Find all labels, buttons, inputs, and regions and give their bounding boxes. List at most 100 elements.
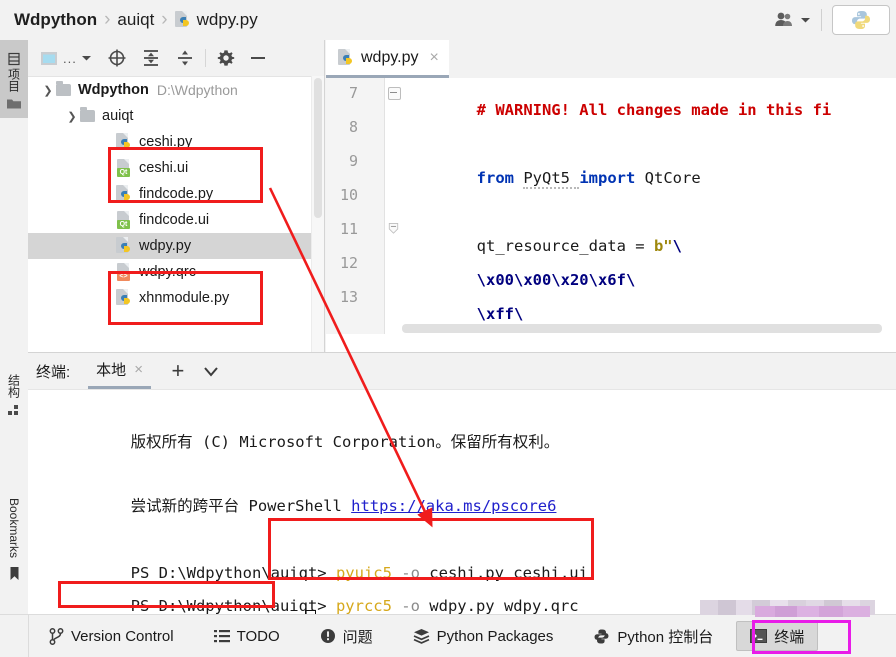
status-item-label: 终端 [774, 628, 805, 646]
scrollbar-thumb[interactable] [314, 78, 322, 218]
project-settings-button[interactable] [213, 45, 239, 71]
breadcrumb-separator-icon: › [104, 9, 111, 30]
powershell-link[interactable]: https://aka.ms/pscore6 [351, 497, 556, 515]
qt-ui-file-icon: Qt [116, 159, 132, 177]
project-tree[interactable]: ❯ Wdpython D:\Wdpython ❯ auiqt ceshi.py … [28, 77, 324, 353]
fold-marker-icon[interactable] [388, 223, 399, 234]
status-item-label: 问题 [342, 628, 373, 646]
status-item-python-packages[interactable]: Python Packages [400, 615, 567, 657]
tree-item-label: ceshi.ui [139, 160, 189, 176]
packages-icon [413, 629, 429, 644]
tree-row[interactable]: Qt findcode.ui [28, 207, 324, 233]
tree-item-path: D:\Wdpython [156, 82, 238, 98]
status-item-python-console[interactable]: Python 控制台 [580, 615, 726, 657]
terminal-line: 尝试新的跨平台 PowerShell https://aka.ms/pscore… [130, 497, 557, 515]
close-icon[interactable]: × [134, 361, 143, 378]
code-editor[interactable]: 7 8 9 10 11 12 13 # WARNING! All changes… [326, 78, 896, 334]
tree-row[interactable]: ❯ Wdpython D:\Wdpython [28, 77, 324, 103]
status-bar: Version Control TODO 问题 Python Packages … [0, 614, 896, 657]
breadcrumb-folder[interactable]: auiqt [117, 10, 154, 30]
share-users-button[interactable] [764, 11, 821, 29]
plus-icon[interactable]: + [167, 358, 189, 384]
tree-item-label: xhnmodule.py [139, 290, 230, 306]
chevron-down-icon [81, 56, 91, 61]
fold-marker-icon[interactable] [388, 87, 401, 100]
status-item-todo[interactable]: TODO [201, 615, 293, 657]
line-number: 12 [339, 254, 358, 272]
editor-horizontal-scrollbar[interactable] [402, 323, 896, 334]
status-item-terminal[interactable]: 终端 [736, 621, 819, 651]
tree-row[interactable]: ceshi.py [28, 129, 324, 155]
scrollbar-thumb[interactable] [402, 324, 882, 333]
sidebar-item-project[interactable]: 项目 [0, 40, 28, 118]
tree-row[interactable]: ❯ auiqt [28, 103, 324, 129]
terminal-output[interactable]: 版权所有 (C) Microsoft Corporation。保留所有权利。 尝… [28, 390, 896, 617]
code-line: from PyQt5 import QtCore [476, 169, 701, 189]
project-tool-window: ... ❯ Wdpython D:\Wdpython ❯ auiqt ceshi… [28, 40, 325, 353]
tree-row[interactable]: Qt ceshi.ui [28, 155, 324, 181]
collapse-all-button[interactable] [172, 45, 198, 71]
tab-wdpy-py[interactable]: wdpy.py × [326, 40, 449, 78]
tree-item-label: wdpy.py [139, 238, 192, 254]
close-icon[interactable]: × [430, 49, 439, 67]
breadcrumb-bar: Wdpython › auiqt › wdpy.py [0, 0, 896, 40]
python-interpreter-selector[interactable] [832, 5, 890, 35]
hide-panel-button[interactable] [245, 45, 271, 71]
tree-row[interactable]: xhnmodule.py [28, 285, 324, 311]
expand-all-button[interactable] [138, 45, 164, 71]
toolbar-divider [204, 49, 206, 67]
line-number: 11 [339, 220, 358, 238]
terminal-line: 版权所有 (C) Microsoft Corporation。保留所有权利。 [130, 433, 560, 451]
status-bar-left-stub [0, 615, 29, 657]
tab-label: wdpy.py [361, 48, 419, 66]
sidebar-item-structure-label: 结构 [6, 373, 21, 398]
header-right-controls [764, 0, 896, 40]
pycharm-window: Wdpython › auiqt › wdpy.py 项目 结构 Bookmar… [0, 0, 896, 657]
line-number: 8 [348, 118, 358, 136]
select-opened-file-button[interactable] [104, 45, 130, 71]
line-number: 7 [348, 84, 358, 102]
python-logo-icon [594, 629, 609, 643]
python-file-icon [116, 185, 132, 203]
terminal-icon [750, 629, 768, 643]
breadcrumb-file[interactable]: wdpy.py [174, 10, 258, 30]
line-number-gutter: 7 8 9 10 11 12 13 [326, 78, 385, 334]
python-file-icon [116, 237, 132, 255]
breadcrumb-file-label: wdpy.py [196, 10, 258, 29]
project-scope-ellipsis: ... [63, 50, 77, 66]
qrc-file-icon: <> [116, 263, 132, 281]
chevron-down-icon[interactable]: ❯ [64, 110, 80, 123]
breadcrumb-project[interactable]: Wdpython [14, 10, 97, 30]
tree-row[interactable]: wdpy.py [28, 233, 324, 259]
tree-item-label: wdpy.qrc [139, 264, 196, 280]
line-number: 9 [348, 152, 358, 170]
python-logo-icon [852, 11, 870, 29]
tree-row[interactable]: <> wdpy.qrc [28, 259, 324, 285]
tree-row[interactable]: findcode.py [28, 181, 324, 207]
project-scope-selector[interactable]: ... [40, 45, 92, 71]
project-tree-scrollbar[interactable] [311, 76, 324, 352]
terminal-tool-window: 终端: 本地 × + 版权所有 (C) Microsoft Corporatio… [28, 352, 896, 617]
sidebar-item-bookmarks[interactable]: Bookmarks [0, 480, 28, 600]
line-number: 10 [339, 186, 358, 204]
line-number: 13 [339, 288, 358, 306]
list-icon [213, 630, 230, 643]
sidebar-item-structure[interactable]: 结构 [0, 355, 28, 435]
project-folder-icon [7, 99, 21, 109]
status-item-label: Version Control [71, 627, 174, 645]
chevron-down-icon[interactable] [203, 366, 219, 377]
status-item-version-control[interactable]: Version Control [29, 615, 187, 657]
collapse-all-icon [177, 50, 192, 66]
bookmark-icon [10, 566, 18, 580]
sidebar-item-bookmarks-label: Bookmarks [7, 498, 21, 559]
terminal-tab-local[interactable]: 本地 × [88, 353, 151, 389]
project-grid-icon [8, 52, 20, 66]
sidebar-item-project-label: 项目 [6, 68, 21, 92]
status-item-label: Python Packages [436, 627, 554, 645]
status-item-problems[interactable]: 问题 [307, 615, 386, 657]
expand-all-icon [143, 50, 158, 66]
python-file-icon [174, 11, 191, 29]
tree-item-label: findcode.ui [139, 212, 210, 228]
editor-tab-strip: wdpy.py × [326, 40, 896, 78]
chevron-down-icon[interactable]: ❯ [40, 84, 56, 97]
